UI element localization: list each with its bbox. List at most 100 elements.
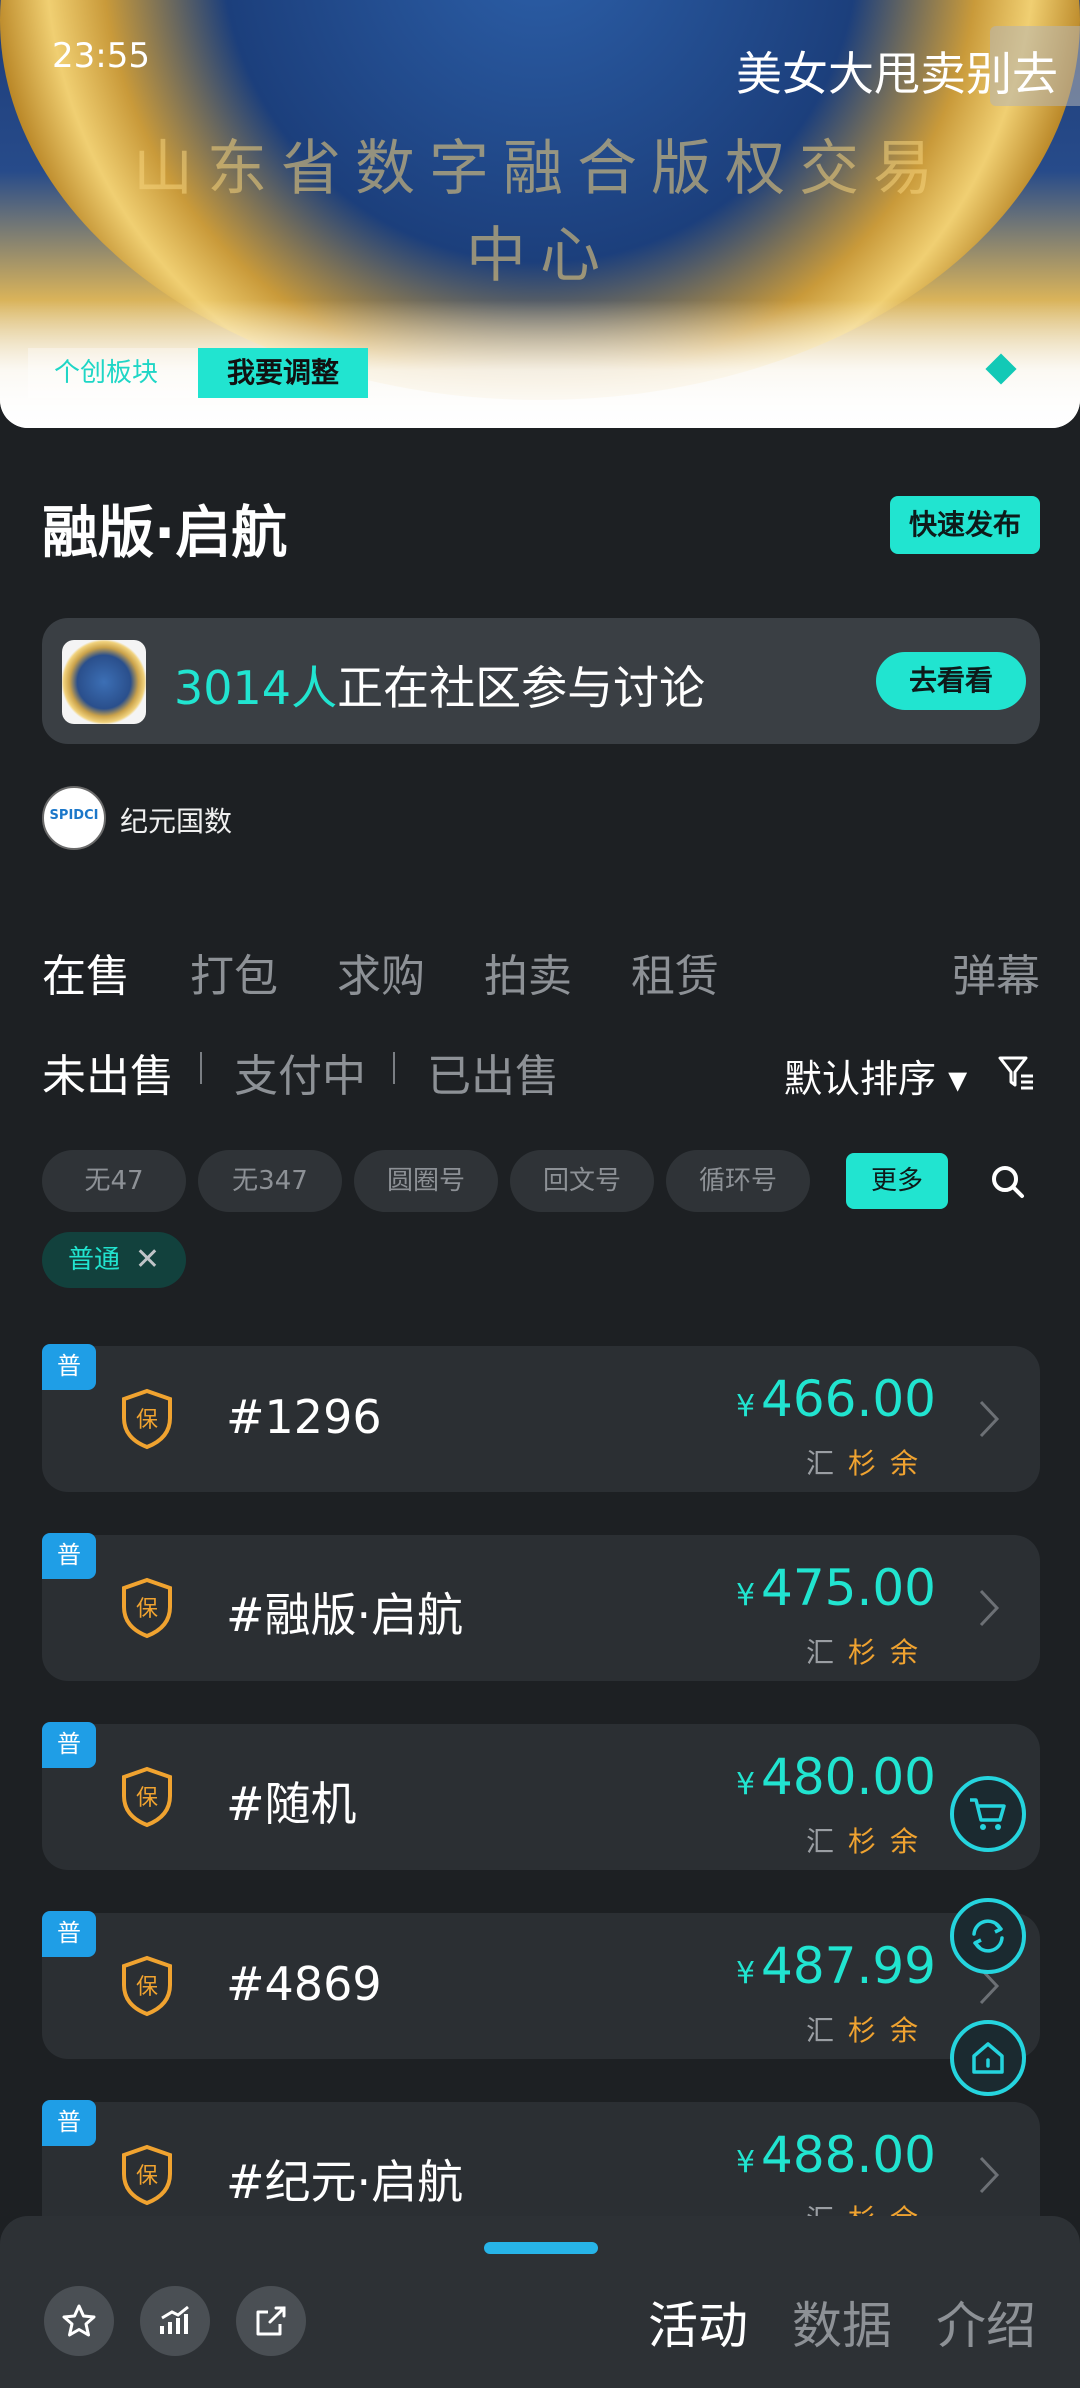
listing-name: #随机 xyxy=(226,1777,357,1831)
share-button[interactable] xyxy=(236,2286,306,2356)
price-value: 475.00 xyxy=(761,1559,936,1617)
chart-icon xyxy=(160,2305,189,2334)
tab-activity[interactable]: 活动 xyxy=(648,2286,748,2358)
brand-logo-text: SPIDCI xyxy=(49,808,99,823)
more-filters-button[interactable]: 更多 xyxy=(846,1153,948,1209)
community-text: 3014人正在社区参与讨论 xyxy=(174,652,705,718)
listing-name: #4869 xyxy=(226,1957,382,2011)
svg-text:保: 保 xyxy=(136,1786,158,1811)
svg-text:保: 保 xyxy=(136,1975,158,2000)
tier-badge: 普 xyxy=(42,1722,96,1768)
tier-badge: 普 xyxy=(42,2100,96,2146)
tag-label: 杉 xyxy=(848,1447,891,1480)
board-tag: 个创板块 xyxy=(28,348,200,398)
home-icon xyxy=(972,2042,1004,2074)
tag-label: 汇 xyxy=(806,1636,849,1669)
listing-tags: 汇杉余 xyxy=(806,1820,932,1860)
community-logo xyxy=(62,640,146,724)
tab-intro[interactable]: 介绍 xyxy=(936,2286,1036,2358)
refresh-icon xyxy=(972,1919,1004,1953)
go-see-button[interactable]: 去看看 xyxy=(876,652,1026,710)
tag-label: 杉 xyxy=(848,2014,891,2047)
home-float-button[interactable] xyxy=(950,2020,1026,2096)
listing-tags: 汇杉余 xyxy=(806,2009,932,2049)
subtab-paying[interactable]: 支付中 xyxy=(234,1040,366,1104)
svg-text:保: 保 xyxy=(136,1408,158,1433)
tag-label: 余 xyxy=(890,1825,933,1858)
tag-label: 余 xyxy=(890,1636,933,1669)
tier-badge: 普 xyxy=(42,1533,96,1579)
sort-dropdown[interactable]: 默认排序 ▾ xyxy=(784,1048,967,1103)
tab-wanted[interactable]: 求购 xyxy=(337,940,425,1004)
tier-badge: 普 xyxy=(42,1911,96,1957)
filter-chip[interactable]: 回文号 xyxy=(510,1150,654,1212)
star-icon xyxy=(62,2304,96,2337)
brand-name[interactable]: 纪元国数 xyxy=(120,800,232,840)
listing-name: #1296 xyxy=(226,1390,382,1444)
brand-avatar[interactable]: SPIDCI xyxy=(42,786,106,850)
hero-banner[interactable]: 山东省数字融合版权交易中心 23:55 美女大甩卖别去 个创板块 我要调整 xyxy=(0,0,1080,428)
tier-badge: 普 xyxy=(42,1344,96,1390)
shield-icon: 保 xyxy=(122,1955,172,2017)
price-value: 480.00 xyxy=(761,1748,936,1806)
adjust-button[interactable]: 我要调整 xyxy=(198,348,368,398)
chevron-right-icon[interactable] xyxy=(978,1588,1000,1628)
refresh-float-button[interactable] xyxy=(950,1898,1026,1974)
search-icon[interactable] xyxy=(990,1164,1026,1200)
cart-float-button[interactable] xyxy=(950,1776,1026,1852)
tab-bundle[interactable]: 打包 xyxy=(190,940,278,1004)
drag-handle[interactable] xyxy=(484,2242,598,2254)
listing-price: ¥475.00 xyxy=(736,1559,936,1617)
filter-chip[interactable]: 循环号 xyxy=(666,1150,810,1212)
listing-name: #融版·启航 xyxy=(226,1588,464,1642)
active-filter-label: 普通 xyxy=(68,1245,121,1275)
tab-auction[interactable]: 拍卖 xyxy=(484,940,572,1004)
tag-label: 汇 xyxy=(806,1447,849,1480)
close-icon[interactable]: ✕ xyxy=(135,1232,160,1288)
filter-chip[interactable]: 无47 xyxy=(42,1150,186,1212)
svg-text:保: 保 xyxy=(136,1597,158,1622)
listing-price: ¥480.00 xyxy=(736,1748,936,1806)
currency-symbol: ¥ xyxy=(735,2145,756,2180)
page-title: 融版·启航 xyxy=(42,501,288,566)
share-icon xyxy=(256,2306,286,2336)
listing-price: ¥466.00 xyxy=(736,1370,936,1428)
favorite-button[interactable] xyxy=(44,2286,114,2356)
divider xyxy=(200,1052,202,1084)
shield-icon: 保 xyxy=(122,1388,172,1450)
listing-price: ¥487.99 xyxy=(736,1937,936,1995)
coin-text: 山东省数字融合版权交易中心 xyxy=(133,134,947,291)
shield-icon: 保 xyxy=(122,2144,172,2206)
filter-chip[interactable]: 无347 xyxy=(198,1150,342,1212)
chevron-right-icon[interactable] xyxy=(978,1399,1000,1439)
shield-icon: 保 xyxy=(122,1577,172,1639)
currency-symbol: ¥ xyxy=(735,1578,756,1613)
svg-text:保: 保 xyxy=(136,2164,158,2189)
danmu-toggle[interactable]: 弹幕 xyxy=(952,940,1040,1004)
filter-chip[interactable]: 圆圈号 xyxy=(354,1150,498,1212)
tab-data[interactable]: 数据 xyxy=(792,2286,892,2358)
status-time: 23:55 xyxy=(52,36,150,76)
subtab-unsold[interactable]: 未出售 xyxy=(42,1040,174,1104)
currency-symbol: ¥ xyxy=(735,1767,756,1802)
subtab-sold[interactable]: 已出售 xyxy=(427,1040,559,1104)
currency-symbol: ¥ xyxy=(735,1389,756,1424)
tag-label: 余 xyxy=(890,2014,933,2047)
price-value: 487.99 xyxy=(761,1937,936,1995)
listing-tags: 汇杉余 xyxy=(806,1631,932,1671)
price-value: 466.00 xyxy=(761,1370,936,1428)
filter-icon[interactable] xyxy=(996,1052,1036,1092)
tab-lease[interactable]: 租赁 xyxy=(631,940,719,1004)
tag-label: 杉 xyxy=(848,1825,891,1858)
chevron-right-icon[interactable] xyxy=(978,2155,1000,2195)
price-value: 488.00 xyxy=(761,2126,936,2184)
tag-label: 汇 xyxy=(806,1825,849,1858)
trend-button[interactable] xyxy=(140,2286,210,2356)
listing-price: ¥488.00 xyxy=(736,2126,936,2184)
tab-on-sale[interactable]: 在售 xyxy=(42,940,130,1004)
cart-icon xyxy=(970,1798,1006,1830)
tag-label: 杉 xyxy=(848,1636,891,1669)
active-filter-chip[interactable]: 普通 ✕ xyxy=(42,1232,186,1288)
quick-publish-button[interactable]: 快速发布 xyxy=(890,496,1040,554)
listing-tags: 汇杉余 xyxy=(806,1442,932,1482)
